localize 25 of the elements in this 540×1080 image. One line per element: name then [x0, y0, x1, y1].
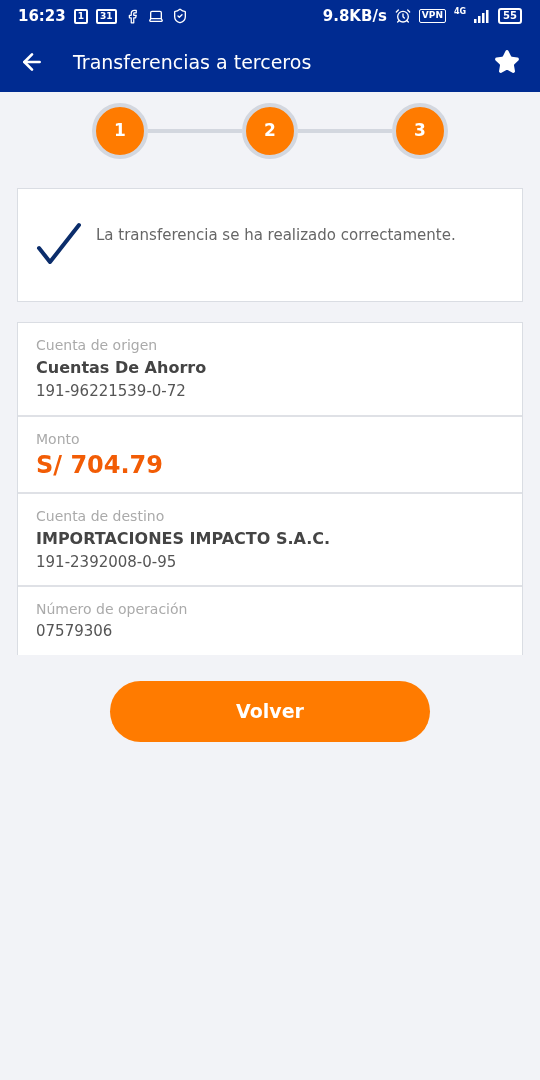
account-name: IMPORTACIONES IMPACTO S.A.C. — [36, 527, 332, 550]
status-time: 16:23 — [18, 5, 66, 27]
detail-value: 191-2392008-0-95 — [36, 551, 178, 573]
back-action-button[interactable]: Volver — [110, 680, 430, 742]
calendar-icon: 1 — [73, 8, 88, 24]
network-speed: 9.8KB/s — [322, 5, 387, 27]
battery-indicator: 55 — [498, 8, 522, 24]
account-name: Cuentas De Ahorro — [36, 357, 208, 379]
detail-label: Monto — [36, 429, 81, 449]
calendar-icon: 31 — [96, 8, 117, 24]
detail-label: Número de operación — [36, 600, 189, 619]
vpn-badge: VPN — [418, 9, 446, 23]
shield-icon — [171, 8, 188, 24]
success-message: La transferencia se ha realizado correctamente. — [96, 225, 456, 246]
detail-label: Cuenta de origen — [36, 336, 159, 355]
detail-value: 07579306 — [36, 621, 114, 642]
signal-icon — [474, 9, 491, 23]
network-type: 4G — [453, 6, 467, 18]
screen-title: Transferencias a terceros — [73, 49, 313, 75]
detail-value: 191-96221539-0-72 — [36, 381, 187, 402]
detail-label: Cuenta de destino — [36, 506, 166, 526]
amount-value: S/ 704.79 — [36, 449, 165, 480]
laptop-icon — [147, 8, 164, 24]
checkmark-icon — [36, 222, 82, 266]
alarm-icon — [394, 8, 411, 24]
